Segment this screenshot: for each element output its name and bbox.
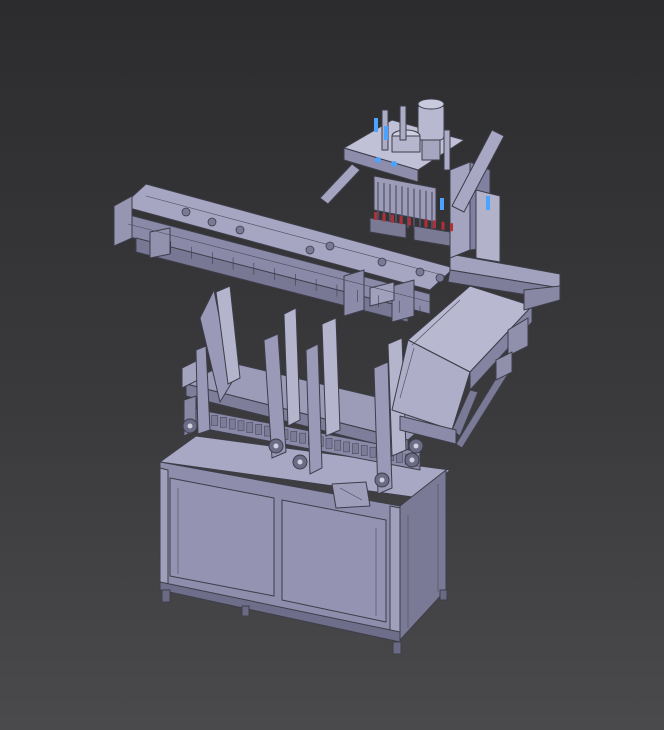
foot-front-right xyxy=(392,641,402,655)
chain-link xyxy=(334,439,342,451)
machine-model[interactable] xyxy=(0,0,664,730)
roller-hub xyxy=(413,443,419,449)
cabinet-door-right xyxy=(281,499,387,623)
suction-nozzle xyxy=(374,212,377,220)
cabinet-door-left xyxy=(169,477,275,597)
chain-link xyxy=(211,415,218,426)
base-cabinet xyxy=(159,435,451,655)
chain-link xyxy=(246,422,254,433)
chain-link xyxy=(299,432,306,444)
sensor-blue-3 xyxy=(440,198,444,210)
chain-link xyxy=(220,417,227,428)
chain-link xyxy=(228,418,236,430)
rail-sprocket xyxy=(377,257,387,267)
sensor-blue-1 xyxy=(374,118,378,132)
picking-head xyxy=(319,98,505,263)
suction-nozzle xyxy=(391,214,394,223)
rail-sprocket xyxy=(435,273,445,283)
rail-sprocket xyxy=(181,207,191,217)
chain-link xyxy=(237,420,245,432)
roller-hub xyxy=(273,443,279,449)
sensor-blue-2 xyxy=(384,126,388,140)
rail-sprocket xyxy=(305,245,315,255)
chain-link xyxy=(343,441,350,453)
chain-link xyxy=(255,424,262,435)
chain-link xyxy=(352,443,359,454)
sensor-blue-4 xyxy=(486,196,490,210)
roller-hub xyxy=(409,457,415,463)
rail-sprocket xyxy=(325,241,335,251)
roller-hub xyxy=(187,423,193,429)
chain-link xyxy=(290,431,298,442)
suction-nozzle xyxy=(424,219,428,227)
foot-back-right xyxy=(439,589,448,601)
foot-middle xyxy=(241,605,250,617)
suction-nozzle xyxy=(382,213,386,222)
rail-sprocket xyxy=(235,225,245,235)
suction-nozzle xyxy=(433,220,436,229)
roller-hub xyxy=(379,477,385,483)
foot-front-left xyxy=(161,589,171,603)
guide-plate xyxy=(195,345,211,435)
chain-link xyxy=(369,446,377,458)
suction-nozzle xyxy=(450,223,453,232)
cad-viewport[interactable] xyxy=(0,0,664,730)
suction-nozzle xyxy=(399,216,403,225)
roller-hub xyxy=(297,459,303,465)
chain-link xyxy=(360,445,368,456)
rail-sprocket xyxy=(415,267,425,277)
suction-nozzle xyxy=(408,217,411,226)
rail-sprocket xyxy=(207,217,217,227)
chain-link xyxy=(325,438,333,449)
suction-nozzle xyxy=(441,221,445,230)
